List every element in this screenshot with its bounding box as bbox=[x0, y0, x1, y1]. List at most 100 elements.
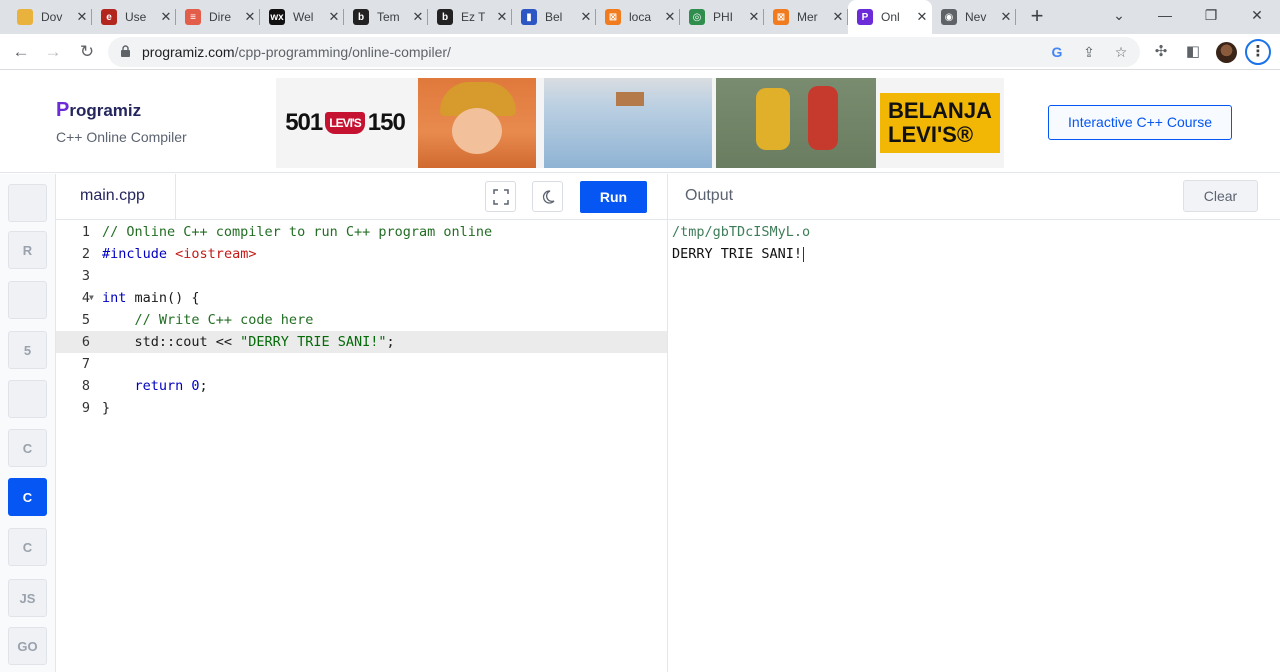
share-icon[interactable]: ⇪ bbox=[1080, 43, 1098, 61]
e-icon: e bbox=[101, 9, 117, 25]
browser-tab[interactable]: b Ez T ✕ bbox=[428, 0, 512, 34]
b-icon: b bbox=[437, 9, 453, 25]
browser-tab[interactable]: ⊠ loca ✕ bbox=[596, 0, 680, 34]
browser-menu-icon[interactable]: ⋮ bbox=[1245, 39, 1271, 65]
browser-tab[interactable]: ◉ Nev ✕ bbox=[932, 0, 1016, 34]
close-window-icon[interactable]: ✕ bbox=[1234, 0, 1280, 30]
ad-cta-line2: LEVI'S® bbox=[888, 122, 974, 147]
bookmark-star-icon[interactable]: ☆ bbox=[1112, 43, 1130, 61]
browser-tab[interactable]: b Tem ✕ bbox=[344, 0, 428, 34]
browser-tab[interactable]: wx Wel ✕ bbox=[260, 0, 344, 34]
b-icon: b bbox=[353, 9, 369, 25]
extensions-icon[interactable]: ✣ bbox=[1151, 42, 1171, 62]
code-line[interactable]: 4 ▼ int main() { bbox=[56, 287, 667, 309]
close-tab-icon[interactable]: ✕ bbox=[915, 9, 929, 25]
tab-search-icon[interactable]: ⌄ bbox=[1096, 0, 1142, 30]
code-token-inc: <iostream> bbox=[175, 246, 257, 262]
code-line[interactable]: 9} bbox=[56, 397, 667, 419]
code-token-num: 0 bbox=[183, 378, 200, 394]
output-line: DERRY TRIE SANI! bbox=[672, 243, 805, 265]
close-tab-icon[interactable]: ✕ bbox=[831, 9, 845, 25]
close-tab-icon[interactable]: ✕ bbox=[159, 9, 173, 25]
cpp-language-icon[interactable]: C bbox=[8, 478, 47, 516]
code-line[interactable]: 2 #include <iostream> bbox=[56, 243, 667, 265]
close-tab-icon[interactable]: ✕ bbox=[75, 9, 89, 25]
clear-button[interactable]: Clear bbox=[1183, 180, 1258, 212]
browser-tab[interactable]: ⊠ Mer ✕ bbox=[764, 0, 848, 34]
close-tab-icon[interactable]: ✕ bbox=[243, 9, 257, 25]
close-tab-icon[interactable]: ✕ bbox=[579, 9, 593, 25]
sql-language-icon[interactable] bbox=[8, 281, 47, 319]
close-tab-icon[interactable]: ✕ bbox=[411, 9, 425, 25]
google-icon[interactable]: G bbox=[1048, 43, 1066, 61]
close-tab-icon[interactable]: ✕ bbox=[999, 9, 1013, 25]
close-tab-icon[interactable]: ✕ bbox=[495, 9, 509, 25]
c-language-icon[interactable]: C bbox=[8, 429, 47, 467]
browser-tab[interactable]: Dov ✕ bbox=[8, 0, 92, 34]
xampp-icon: ⊠ bbox=[773, 9, 789, 25]
output-console[interactable]: /tmp/gbTDcISMyL.o DERRY TRIE SANI! bbox=[668, 220, 1280, 672]
interactive-course-button[interactable]: Interactive C++ Course bbox=[1048, 105, 1232, 140]
close-tab-icon[interactable]: ✕ bbox=[747, 9, 761, 25]
restore-icon[interactable]: ❐ bbox=[1188, 0, 1234, 30]
output-binary-path: /tmp/gbTDcISMyL.o bbox=[672, 224, 811, 240]
tab-title: Onl bbox=[881, 10, 900, 24]
ad-photo-men bbox=[716, 78, 876, 168]
browser-tab[interactable]: ▮ Bel ✕ bbox=[512, 0, 596, 34]
forward-icon[interactable]: → bbox=[40, 39, 66, 65]
file-tab-main-cpp[interactable]: main.cpp bbox=[56, 174, 176, 220]
ad-cta: BELANJA LEVI'S® bbox=[880, 78, 1000, 168]
tab-title: Wel bbox=[293, 10, 314, 24]
code-line[interactable]: 7 bbox=[56, 353, 667, 375]
ad-photo-woman bbox=[418, 78, 536, 168]
profile-avatar[interactable] bbox=[1216, 42, 1237, 63]
html-language-icon[interactable]: 5 bbox=[8, 331, 47, 369]
line-number: 3 bbox=[81, 268, 90, 284]
url-text[interactable]: programiz.com/cpp-programming/online-com… bbox=[142, 44, 451, 60]
go-language-icon[interactable]: GO bbox=[8, 627, 47, 665]
tab-separator bbox=[1015, 9, 1016, 25]
browser-tab[interactable]: ≡ Dire ✕ bbox=[176, 0, 260, 34]
java-language-icon[interactable] bbox=[8, 380, 47, 418]
tab-title: Bel bbox=[545, 10, 563, 24]
fullscreen-icon[interactable] bbox=[485, 181, 516, 212]
csharp-language-icon[interactable]: C bbox=[8, 528, 47, 566]
minimize-icon[interactable]: — bbox=[1142, 0, 1188, 30]
run-button[interactable]: Run bbox=[580, 181, 647, 213]
fold-arrow-icon[interactable]: ▼ bbox=[89, 287, 94, 309]
code-line[interactable]: 5 // Write C++ code here bbox=[56, 309, 667, 331]
line-number: 5 bbox=[81, 312, 90, 328]
line-number: 6 bbox=[81, 334, 90, 350]
reload-icon[interactable]: ↻ bbox=[74, 39, 100, 65]
back-icon[interactable]: ← bbox=[8, 39, 34, 65]
programiz-logo[interactable]: Programiz bbox=[56, 99, 141, 122]
list-icon: ≡ bbox=[185, 9, 201, 25]
line-number: 8 bbox=[81, 378, 90, 394]
code-token-kw: #include bbox=[102, 246, 168, 262]
side-panel-icon[interactable]: ◧ bbox=[1183, 42, 1203, 62]
browser-tab[interactable]: P Onl ✕ bbox=[848, 0, 932, 34]
browser-tab[interactable]: ◎ PHI ✕ bbox=[680, 0, 764, 34]
code-line[interactable]: 3 bbox=[56, 265, 667, 287]
js-language-icon[interactable]: JS bbox=[8, 579, 47, 617]
advertisement-banner[interactable]: 501 LEVI'S 150 BELANJA LEVI'S® bbox=[276, 78, 1004, 168]
dark-mode-moon-icon[interactable] bbox=[532, 181, 563, 212]
close-tab-icon[interactable]: ✕ bbox=[663, 9, 677, 25]
line-number: 2 bbox=[81, 246, 90, 262]
code-token-comment: // Write C++ code here bbox=[102, 312, 314, 328]
r-language-icon[interactable]: R bbox=[8, 231, 47, 269]
python-language-icon[interactable] bbox=[8, 184, 47, 222]
lock-icon[interactable] bbox=[120, 45, 131, 57]
browser-tab[interactable]: e Use ✕ bbox=[92, 0, 176, 34]
address-bar[interactable]: programiz.com/cpp-programming/online-com… bbox=[108, 37, 1140, 67]
code-line[interactable]: 6 std::cout << "DERRY TRIE SANI!"; bbox=[56, 331, 667, 353]
tab-title: loca bbox=[629, 10, 652, 24]
code-line[interactable]: 8 return 0; bbox=[56, 375, 667, 397]
new-tab-button[interactable]: + bbox=[1024, 4, 1050, 30]
code-line[interactable]: 1 // Online C++ compiler to run C++ progr… bbox=[56, 221, 667, 243]
code-editor[interactable]: 1 // Online C++ compiler to run C++ progr… bbox=[56, 220, 667, 672]
close-tab-icon[interactable]: ✕ bbox=[327, 9, 341, 25]
ad-photo-jeans bbox=[544, 78, 712, 168]
line-number: 9 bbox=[81, 400, 90, 416]
output-title: Output bbox=[685, 187, 734, 204]
